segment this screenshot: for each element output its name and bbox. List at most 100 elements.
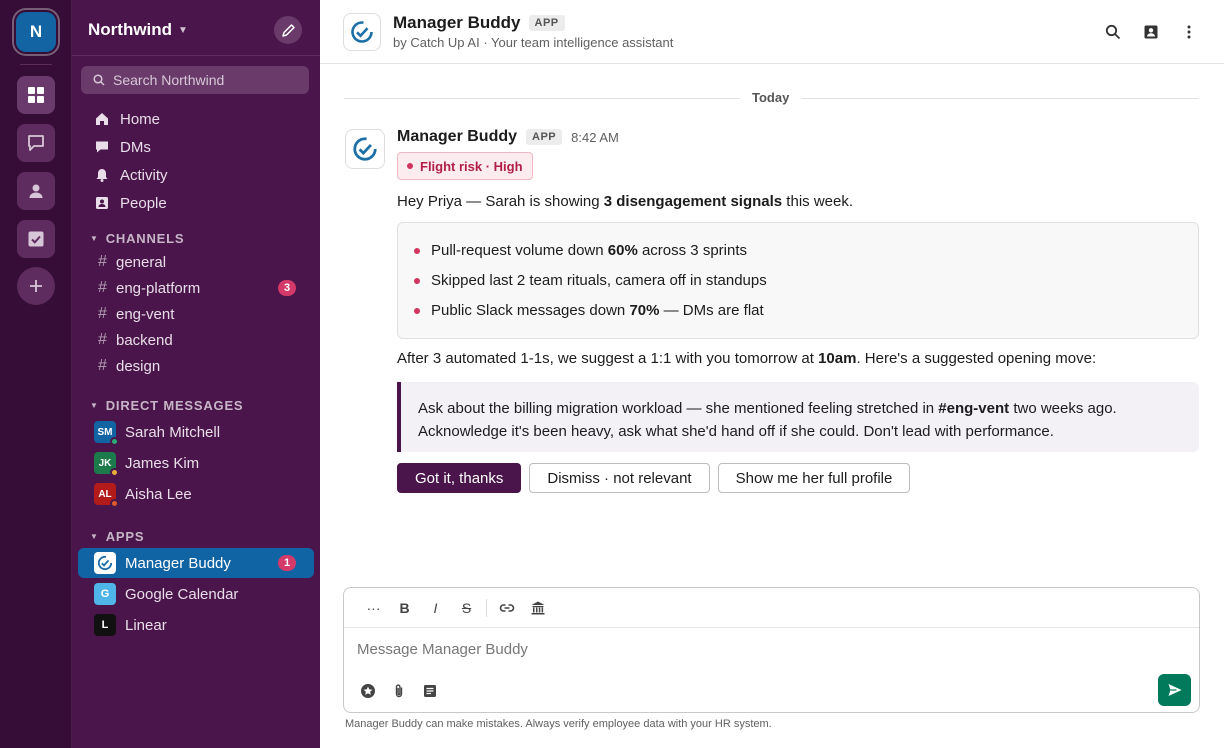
unread-badge: 3 <box>278 280 296 296</box>
dismiss-button[interactable]: Dismiss · not relevant <box>529 463 710 493</box>
more-formatting-button[interactable]: ··· <box>358 596 389 620</box>
rail-home-button[interactable] <box>17 76 55 114</box>
flight-risk-badge: Flight risk · High <box>397 152 533 180</box>
quote-text-end: two weeks ago. <box>1009 400 1117 417</box>
message-author[interactable]: Manager Buddy <box>397 128 517 146</box>
italic-button[interactable]: I <box>420 596 451 620</box>
header-title: Manager Buddy <box>393 13 521 32</box>
message-intro: Hey Priya — Sarah is showing 3 disengage… <box>397 193 853 210</box>
suggest-text-end: . Here's a suggested opening move: <box>856 350 1097 367</box>
nav-item-home[interactable]: Home <box>72 106 320 132</box>
caret-down-icon: ▼ <box>90 401 99 410</box>
signals-box: Pull-request volume down 60% across 3 sp… <box>397 222 1199 339</box>
show-profile-button[interactable]: Show me her full profile <box>717 463 911 493</box>
bold-button[interactable]: B <box>389 596 420 620</box>
sidebar-item-general[interactable]: # general <box>72 249 320 275</box>
quote-text: Ask about the billing migration workload… <box>418 400 939 417</box>
sidebar-header: Northwind ▼ <box>72 0 320 56</box>
bullet-dot <box>414 277 420 284</box>
message-input[interactable] <box>357 638 1137 660</box>
nav-item-activity[interactable]: Activity <box>72 162 320 188</box>
chat-bubble-icon <box>28 135 44 151</box>
sidebar-item-design[interactable]: # design <box>72 353 320 379</box>
risk-label: Flight risk · High <box>420 158 523 174</box>
search-input[interactable]: Search Northwind <box>81 66 309 94</box>
intro-text-end: this week. <box>782 193 854 210</box>
bullet-text: Pull-request volume down 60% across 3 sp… <box>431 242 747 259</box>
channel-name: design <box>116 357 161 375</box>
send-button[interactable] <box>1158 674 1191 706</box>
compose-button[interactable] <box>274 16 302 44</box>
pencil-icon <box>281 23 295 37</box>
avatar-initials: SM <box>97 426 113 438</box>
message-avatar[interactable] <box>345 129 385 169</box>
canvas-doc-icon[interactable] <box>421 682 439 700</box>
sidebar-item-eng-platform[interactable]: # eng-platform 3 <box>72 275 320 301</box>
sidebar: Northwind ▼ Search Northwind Home DMs Ac… <box>72 0 320 748</box>
bullet-text-part: across 3 sprints <box>637 242 748 259</box>
presence-dot <box>110 437 119 446</box>
hash-icon: # <box>98 357 107 374</box>
message-timestamp[interactable]: 8:42 AM <box>571 130 619 145</box>
header-actions <box>1103 22 1198 41</box>
sidebar-item-james-kim[interactable]: JK James Kim <box>72 448 320 478</box>
app-tag: APP <box>526 129 563 145</box>
paperclip-icon[interactable] <box>390 682 408 700</box>
search-placeholder: Search Northwind <box>113 72 225 88</box>
list-item: Skipped last 2 team rituals, camera off … <box>414 272 767 289</box>
workspace-switcher[interactable]: N <box>16 12 56 52</box>
section-title: CHANNELS <box>105 231 185 246</box>
bullet-dot <box>414 247 420 254</box>
message-header: Manager Buddy APP 8:42 AM <box>397 128 619 146</box>
rail-people-button[interactable] <box>17 172 55 210</box>
hash-icon: # <box>98 253 107 270</box>
nav-item-people[interactable]: People <box>72 190 320 216</box>
sidebar-item-manager-buddy[interactable]: Manager Buddy 1 <box>78 548 314 578</box>
section-title: APPS <box>105 529 145 544</box>
bullet-text-part: Public Slack messages down <box>431 302 630 319</box>
app-tag: APP <box>528 15 565 31</box>
dm-name: Aisha Lee <box>125 485 192 503</box>
strikethrough-button[interactable]: S <box>451 596 482 620</box>
sidebar-item-eng-vent[interactable]: # eng-vent <box>72 301 320 327</box>
avatar: JK <box>94 452 119 477</box>
channel-name: general <box>116 253 167 271</box>
bank-icon <box>531 601 544 614</box>
avatar: AL <box>94 483 119 508</box>
app-name: Linear <box>125 616 167 634</box>
send-icon <box>1168 684 1181 696</box>
workspace-name-button[interactable]: Northwind ▼ <box>88 20 188 40</box>
section-apps-header[interactable]: ▼ APPS <box>90 529 144 544</box>
sidebar-item-backend[interactable]: # backend <box>72 327 320 353</box>
nav-item-dms[interactable]: DMs <box>72 134 320 160</box>
conversation-title[interactable]: Manager Buddy APP <box>393 13 565 33</box>
chevron-down-icon: ▼ <box>178 24 188 36</box>
hash-icon: # <box>98 279 107 296</box>
sidebar-item-aisha-lee[interactable]: AL Aisha Lee <box>72 479 320 509</box>
section-channels-header[interactable]: ▼ CHANNELS <box>90 231 184 246</box>
intro-bold: 3 disengagement signals <box>603 193 783 210</box>
section-title: DIRECT MESSAGES <box>105 398 244 413</box>
section-dms-header[interactable]: ▼ DIRECT MESSAGES <box>90 398 243 413</box>
caret-down-icon: ▼ <box>90 532 99 541</box>
presence-dot <box>110 468 119 477</box>
risk-dot-icon <box>407 163 413 169</box>
search-icon[interactable] <box>1103 22 1122 41</box>
quote-channel-link[interactable]: #eng-vent <box>938 400 1009 417</box>
contact-card-icon[interactable] <box>1141 22 1160 41</box>
sidebar-item-sarah-mitchell[interactable]: SM Sarah Mitchell <box>72 417 320 447</box>
channel-name: backend <box>116 331 173 349</box>
rail-tasks-button[interactable] <box>17 220 55 258</box>
rail-dms-button[interactable] <box>17 124 55 162</box>
sidebar-item-google-calendar[interactable]: G Google Calendar <box>78 579 314 609</box>
got-it-button[interactable]: Got it, thanks <box>397 463 522 493</box>
rail-add-button[interactable] <box>17 267 55 305</box>
shortcuts-icon[interactable] <box>359 682 377 700</box>
institution-button[interactable] <box>522 596 553 620</box>
dm-name: James Kim <box>125 454 200 472</box>
toolbar-divider <box>486 598 487 617</box>
sidebar-item-linear[interactable]: L Linear <box>78 610 314 640</box>
link-button[interactable] <box>491 596 522 620</box>
more-vertical-icon[interactable] <box>1179 22 1198 41</box>
formatting-toolbar: ··· B I S <box>344 588 1199 628</box>
